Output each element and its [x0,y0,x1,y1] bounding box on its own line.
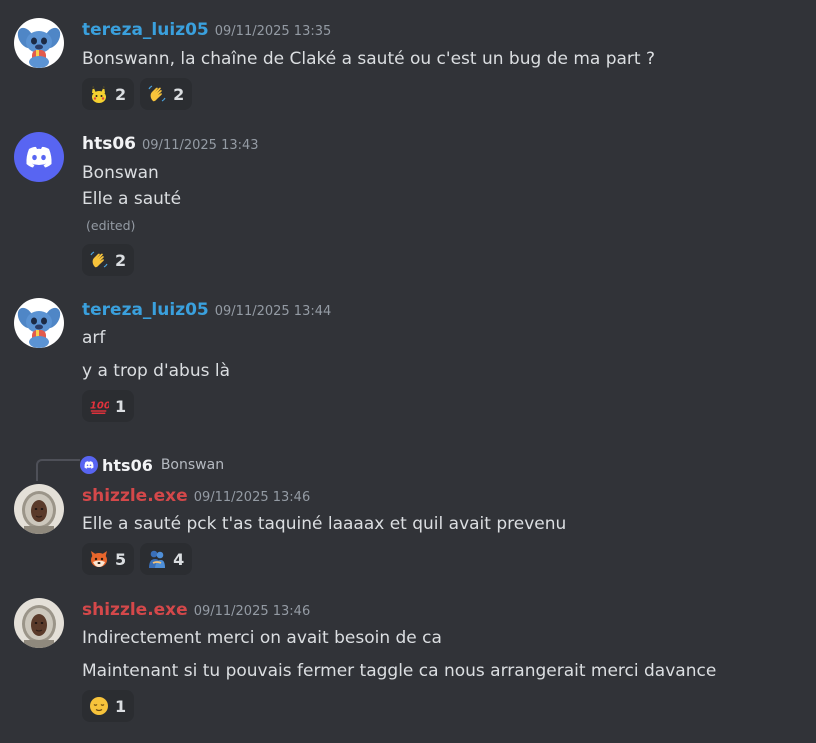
pikachu-emoji-icon [89,84,109,104]
waving-hand-emoji-icon [147,84,167,104]
relieved-face-emoji-icon [89,696,109,716]
edited-label: (edited) [86,218,136,233]
reaction-button[interactable]: 100 1 [82,390,135,422]
message-text: Bonswann, la chaîne de Claké a sauté ou … [82,49,656,69]
reactions-bar: 1 [82,690,135,722]
timestamp[interactable]: 09/11/2025 13:43 [142,138,259,153]
reply-username[interactable]: hts06 [102,456,153,475]
timestamp[interactable]: 09/11/2025 13:46 [194,604,311,619]
message-header: tereza_luiz05 09/11/2025 13:35 [82,20,331,44]
reaction-count: 1 [115,696,127,716]
message-text: Maintenant si tu pouvais fermer taggle c… [82,661,717,681]
reaction-button[interactable]: 5 [82,543,135,575]
reaction-count: 2 [115,84,127,104]
reaction-button[interactable]: 2 [82,244,135,276]
reaction-count: 5 [115,549,127,569]
message-text: arf [82,328,106,348]
reactions-bar: 5 4 [82,543,193,575]
message-text: y a trop d'abus là [82,361,231,381]
waving-hand-emoji-icon [89,250,109,270]
reaction-button[interactable]: 2 [82,78,135,110]
reply-reference[interactable]: hts06 Bonswan [80,454,224,476]
timestamp[interactable]: 09/11/2025 13:46 [194,490,311,505]
reaction-count: 2 [173,84,185,104]
reaction-button[interactable]: 1 [82,690,135,722]
timestamp[interactable]: 09/11/2025 13:35 [215,24,332,39]
hundred-points-emoji-icon: 100 [89,396,109,416]
message-header: hts06 09/11/2025 13:43 [82,134,259,158]
reaction-count: 2 [115,250,127,270]
reactions-bar: 2 [82,244,135,276]
reactions-bar: 100 1 [82,390,135,422]
username[interactable]: shizzle.exe [82,486,188,506]
username[interactable]: hts06 [82,134,136,154]
svg-text:100: 100 [90,401,109,412]
reaction-count: 1 [115,396,127,416]
avatar-astronaut[interactable] [14,598,64,648]
message-header: tereza_luiz05 09/11/2025 13:44 [82,300,331,324]
avatar-stitch[interactable] [14,298,64,348]
avatar-astronaut[interactable] [14,484,64,534]
reaction-button[interactable]: 2 [140,78,193,110]
discord-logo-icon [80,456,98,474]
chat-messages-list: tereza_luiz05 09/11/2025 13:35 Bonswann,… [0,0,816,743]
people-hugging-emoji-icon [147,549,167,569]
reaction-button[interactable]: 4 [140,543,193,575]
username[interactable]: tereza_luiz05 [82,300,209,320]
fox-emoji-icon [89,549,109,569]
message-header: shizzle.exe 09/11/2025 13:46 [82,486,310,510]
reply-preview-text[interactable]: Bonswan [161,457,224,473]
message-header: shizzle.exe 09/11/2025 13:46 [82,600,310,624]
message-text: Elle a sauté pck t'as taquiné laaaax et … [82,514,567,534]
username[interactable]: tereza_luiz05 [82,20,209,40]
message-text: Indirectement merci on avait besoin de c… [82,628,442,648]
message-text: Elle a sauté [82,189,182,209]
reactions-bar: 2 2 [82,78,193,110]
timestamp[interactable]: 09/11/2025 13:44 [215,304,332,319]
reaction-count: 4 [173,549,185,569]
username[interactable]: shizzle.exe [82,600,188,620]
avatar-discord-default[interactable] [14,132,64,182]
reply-connector [36,459,80,481]
message-text: Bonswan [82,163,159,183]
avatar-stitch[interactable] [14,18,64,68]
